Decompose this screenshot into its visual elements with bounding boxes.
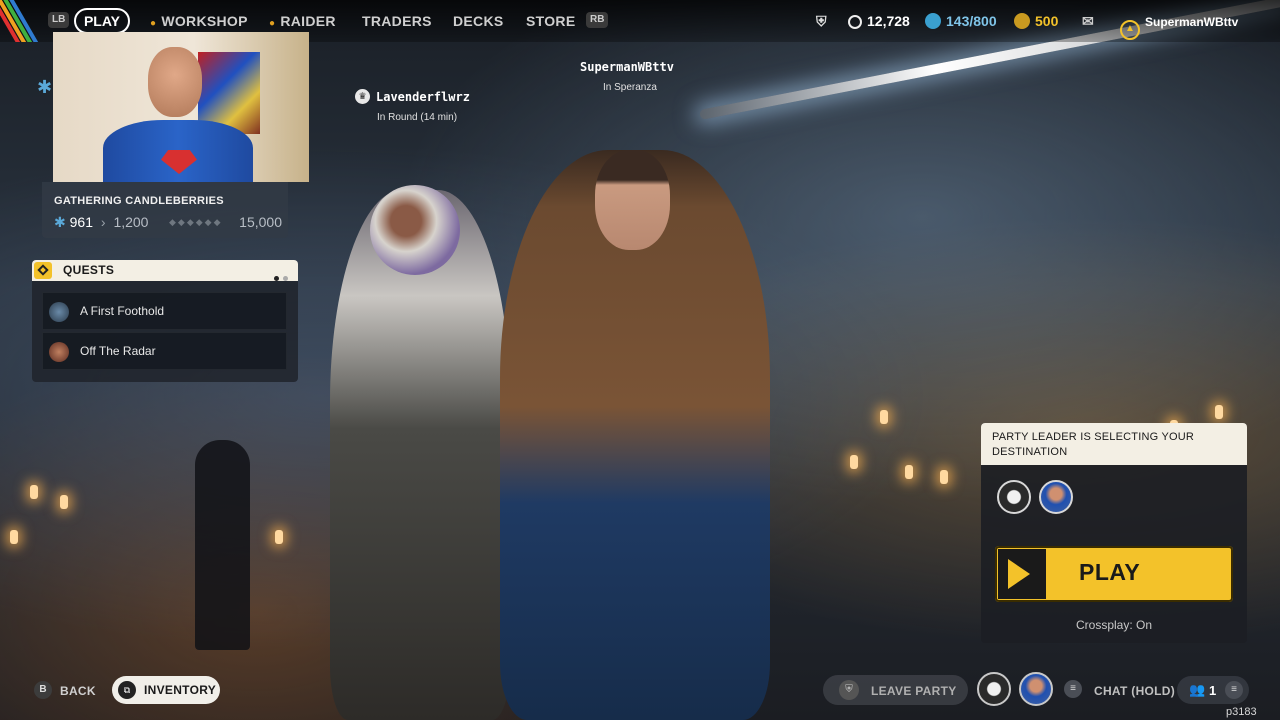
quest-badge-icon	[34, 262, 52, 279]
quest-giver-icon	[49, 342, 69, 362]
quests-pager	[270, 268, 288, 286]
seeds-value: 143/800	[946, 13, 997, 29]
party-member-avatar[interactable]	[1039, 480, 1073, 514]
rb-button-hint: RB	[586, 12, 609, 28]
raider-character-right	[500, 150, 770, 720]
party-member-avatar[interactable]	[977, 672, 1011, 706]
candle-light	[905, 465, 913, 479]
friends-icon: 👥	[1189, 682, 1206, 697]
chat-button[interactable]: CHAT (HOLD)	[1094, 684, 1175, 698]
character-head	[595, 150, 670, 250]
player-status-left: In Round (14 min)	[377, 112, 458, 123]
seeds-stat: 143/800	[925, 12, 997, 30]
challenge-max: 15,000	[239, 214, 282, 230]
candle-light	[10, 530, 18, 544]
coin-icon	[848, 15, 862, 29]
leave-party-label: LEAVE PARTY	[871, 684, 957, 698]
party-status-header: PARTY LEADER IS SELECTING YOUR DESTINATI…	[981, 423, 1247, 465]
party-member-avatar[interactable]	[997, 480, 1031, 514]
b-button-hint: B	[34, 681, 52, 699]
page-dot-active	[274, 276, 279, 281]
quests-header[interactable]: QUESTS	[32, 260, 298, 281]
raider-character-left	[330, 185, 510, 720]
party-status-text: PARTY LEADER IS SELECTING YOUR DESTINATI…	[992, 431, 1195, 458]
view-button-icon: ⧉	[118, 681, 136, 699]
candle-light	[940, 470, 948, 484]
hood	[370, 185, 460, 275]
candle-light	[275, 530, 283, 544]
challenge-card[interactable]: GATHERING CANDLEBERRIES ✱ 961 › 1,200 ◆◆…	[42, 182, 288, 238]
quest-label: A First Foothold	[80, 304, 165, 318]
quest-label: Off The Radar	[80, 344, 156, 358]
quest-item[interactable]: A First Foothold	[42, 292, 287, 330]
profile-button[interactable]: ▲ SupermanWBttv	[1120, 12, 1238, 40]
page-dot	[283, 276, 288, 281]
background-npc	[195, 440, 250, 650]
credits-stat: 500	[1014, 12, 1058, 30]
mail-icon[interactable]: ✉	[1082, 12, 1094, 30]
gear-icon: ✱	[37, 77, 53, 97]
tab-workshop[interactable]: ● WORKSHOP	[150, 12, 248, 33]
chevron-right-icon: ›	[100, 214, 106, 230]
party-panel: PARTY LEADER IS SELECTING YOUR DESTINATI…	[981, 423, 1247, 643]
username: SupermanWBttv	[1145, 15, 1239, 29]
lb-button-hint: LB	[48, 12, 70, 28]
party-member-avatar[interactable]	[1019, 672, 1053, 706]
inventory-button[interactable]: ⧉ INVENTORY	[112, 676, 220, 704]
rainbow-stripes	[0, 0, 44, 42]
leave-party-icon: ⛨	[839, 680, 859, 700]
options-icon: ≡	[1225, 681, 1243, 699]
tab-play[interactable]: PLAY	[74, 8, 130, 34]
challenge-title: GATHERING CANDLEBERRIES	[54, 195, 224, 207]
session-code: p3183	[1226, 706, 1257, 718]
play-button[interactable]: PLAY	[995, 546, 1233, 602]
player-status-right: In Speranza	[603, 82, 657, 93]
friends-button[interactable]: 👥 1 ≡	[1177, 676, 1249, 704]
raider-coins-stat: 12,728	[848, 12, 910, 30]
seed-icon	[925, 13, 941, 29]
trophy-icon[interactable]: ⛨	[816, 12, 827, 30]
back-button[interactable]: BACK	[60, 684, 96, 698]
quests-panel: QUESTS A First Foothold Off The Radar	[32, 260, 298, 382]
rank-icon: ▲	[1120, 20, 1140, 40]
raider-coins-value: 12,728	[867, 13, 910, 29]
challenge-next: 1,200	[113, 214, 149, 230]
tab-raider[interactable]: ● RAIDER	[269, 12, 336, 33]
candle-light	[30, 485, 38, 499]
menu-button-icon: ≡	[1064, 680, 1082, 698]
quests-title: QUESTS	[63, 263, 115, 277]
candle-light	[850, 455, 858, 469]
challenge-current: 961	[69, 214, 93, 230]
leave-party-button[interactable]: ⛨ LEAVE PARTY	[823, 675, 968, 705]
quest-item[interactable]: Off The Radar	[42, 332, 287, 370]
friends-count: 1	[1209, 683, 1217, 698]
crossplay-status: Crossplay: On	[1075, 618, 1153, 632]
credits-icon	[1014, 13, 1030, 29]
progress-pips: ◆◆◆◆◆◆	[169, 217, 223, 227]
notification-dot-icon: ●	[150, 18, 157, 29]
tab-traders[interactable]: TRADERS	[362, 12, 432, 30]
candle-light	[880, 410, 888, 424]
cog-icon: ✱	[54, 214, 66, 230]
tab-decks[interactable]: DECKS	[453, 12, 504, 30]
tab-store[interactable]: STORE	[526, 12, 575, 30]
candle-light	[60, 495, 68, 509]
challenge-progress: ✱ 961 › 1,200 ◆◆◆◆◆◆ 15,000	[54, 213, 282, 231]
quest-giver-icon	[49, 302, 69, 322]
candle-light	[1215, 405, 1223, 419]
webcam-overlay	[53, 32, 309, 182]
play-button-label: PLAY	[1079, 559, 1141, 585]
credits-value: 500	[1035, 13, 1059, 29]
tab-label: RAIDER	[280, 13, 336, 29]
player-name-right: SupermanWBttv	[580, 60, 674, 74]
notification-dot-icon: ●	[269, 18, 276, 29]
player-name-left: Lavenderflwrz	[376, 90, 470, 104]
inventory-label: INVENTORY	[144, 683, 217, 697]
streamer-head	[148, 47, 202, 117]
tab-label: WORKSHOP	[161, 13, 248, 29]
chevron-right-icon	[998, 549, 1046, 599]
crown-icon: ♛	[355, 89, 370, 104]
